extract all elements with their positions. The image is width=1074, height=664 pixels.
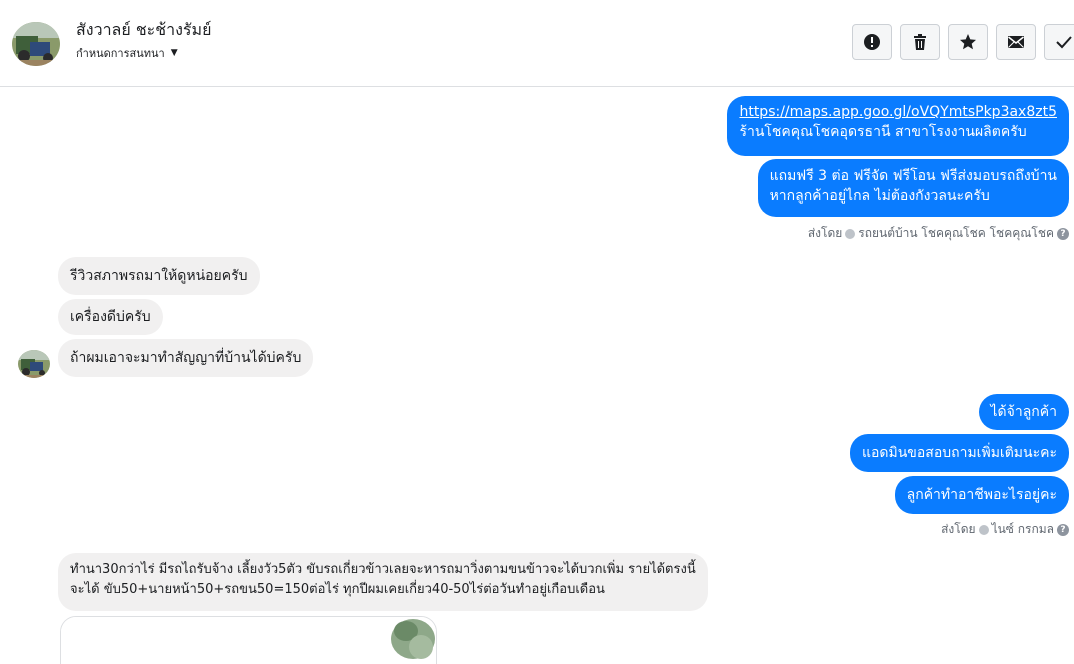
inbox-conversation: สังวาลย์ ชะช้างรัมย์ กำหนดการสนทนา ▼ htt… (0, 0, 1074, 664)
incoming-message[interactable]: เครื่องดีบ่ครับ (58, 299, 163, 335)
message-text: จะได้ ขับ50+นายหน้า50+รถขน50=150ต่อไร่ ท… (70, 582, 605, 597)
alert-icon (864, 34, 880, 50)
message-text: รีวิวสภาพรถมาให้ดูหน่อยครับ (70, 268, 248, 284)
chevron-down-icon: ▼ (170, 48, 178, 58)
outgoing-message[interactable]: แอดมินขอสอบถามเพิ่มเติมนะคะ (849, 434, 1069, 472)
verified-icon (845, 228, 856, 239)
contact-avatar[interactable] (12, 22, 60, 66)
message-text: ลูกค้าทำอาชีพอะไรอยู่คะ (906, 487, 1057, 503)
message-text: แอดมินขอสอบถามเพิ่มเติมนะคะ (861, 445, 1057, 461)
sent-by-info: ส่งโดย รถยนต์บ้าน โชคคุณโชค โชคคุณโชค ? (808, 224, 1069, 243)
mark-spam-button[interactable] (852, 24, 892, 60)
sent-by-info: ส่งโดย ไนซ์ กรกมล ? (941, 520, 1069, 539)
incoming-message[interactable]: ถ้าผมเอาจะมาทำสัญญาที่บ้านได้บ่ครับ (58, 339, 314, 377)
sent-by-label: ส่งโดย (807, 226, 843, 240)
message-text: แถมฟรี 3 ต่อ ฟรีจัด ฟรีโอน ฟรีส่งมอบรถถึ… (769, 168, 1057, 184)
mark-unread-button[interactable] (996, 24, 1036, 60)
incoming-message[interactable]: ทำนา30กว่าไร่ มีรถไถรับจ้าง เลี้ยงวัว5ตั… (58, 553, 708, 611)
message-text: ร้านโชคคุณโชคอุดรธานี สาขาโรงงานผลิตครับ (739, 124, 1027, 140)
message-thread[interactable]: https://maps.app.goo.gl/oVQYmtsPkp3ax8zt… (0, 88, 1074, 664)
mark-done-button[interactable] (1044, 24, 1074, 60)
contact-name[interactable]: สังวาลย์ ชะช้างรัมย์ (76, 18, 211, 43)
mail-icon (1008, 36, 1024, 48)
sender-name: ไนซ์ กรกมล (991, 522, 1054, 536)
outgoing-message[interactable]: ลูกค้าทำอาชีพอะไรอยู่คะ (894, 476, 1069, 514)
assign-label: กำหนดการสนทนา (76, 47, 165, 60)
contact-avatar-small[interactable] (18, 350, 50, 378)
attachment-image (61, 617, 436, 664)
message-text: ได้จ้าลูกค้า (990, 404, 1057, 420)
assign-conversation-dropdown[interactable]: กำหนดการสนทนา ▼ (76, 44, 178, 62)
incoming-message[interactable]: รีวิวสภาพรถมาให้ดูหน่อยครับ (58, 257, 260, 295)
sender-name: รถยนต์บ้าน โชคคุณโชค โชคคุณโชค (858, 226, 1054, 240)
outgoing-message[interactable]: แถมฟรี 3 ต่อ ฟรีจัด ฟรีโอน ฟรีส่งมอบรถถึ… (757, 159, 1069, 217)
check-icon (1056, 36, 1072, 49)
help-icon[interactable]: ? (1057, 523, 1069, 536)
image-attachment[interactable] (60, 616, 437, 664)
message-text: ทำนา30กว่าไร่ มีรถไถรับจ้าง เลี้ยงวัว5ตั… (70, 562, 696, 577)
map-link[interactable]: https://maps.app.goo.gl/oVQYmtsPkp3ax8zt… (739, 104, 1057, 120)
conversation-header: สังวาลย์ ชะช้างรัมย์ กำหนดการสนทนา ▼ (0, 0, 1074, 87)
message-text: หากลูกค้าอยู่ไกล ไม่ต้องกังวลนะครับ (769, 188, 990, 204)
outgoing-message[interactable]: ได้จ้าลูกค้า (978, 394, 1069, 430)
verified-icon (978, 524, 989, 535)
header-actions (852, 24, 1074, 60)
outgoing-message[interactable]: https://maps.app.goo.gl/oVQYmtsPkp3ax8zt… (727, 96, 1069, 156)
message-text: ถ้าผมเอาจะมาทำสัญญาที่บ้านได้บ่ครับ (70, 350, 302, 366)
message-text: เครื่องดีบ่ครับ (70, 309, 151, 325)
sent-by-label: ส่งโดย (941, 522, 976, 536)
delete-button[interactable] (900, 24, 940, 60)
star-button[interactable] (948, 24, 988, 60)
help-icon[interactable]: ? (1057, 227, 1069, 240)
trash-icon (914, 34, 926, 50)
star-icon (960, 34, 976, 50)
